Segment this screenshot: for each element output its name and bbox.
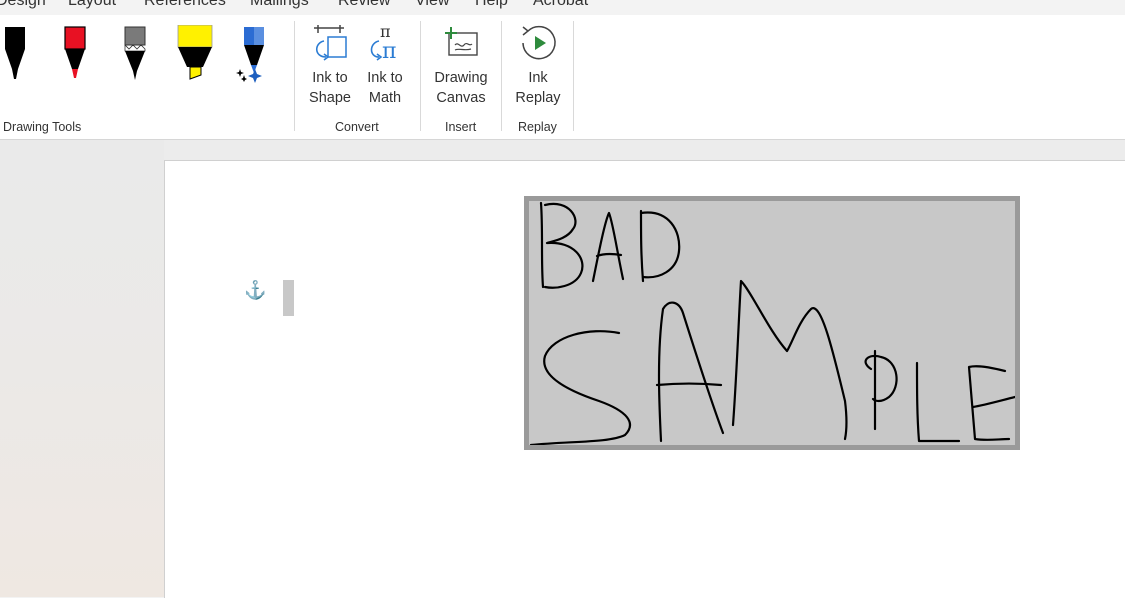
ink-to-shape-icon [314,25,347,61]
black-pen-icon[interactable] [2,25,28,88]
ink-replay-label-line1: Ink [528,70,548,86]
ink-to-math-icon: π π [370,22,396,64]
ribbon-draw: Drawing Tools Ink to Shape π π Ink to Ma… [0,15,1125,140]
group-separator [294,21,295,131]
red-pen-icon[interactable] [62,25,88,88]
ink-to-math-label-line1: Ink to [367,70,403,86]
ink-replay-button[interactable]: Ink Replay [510,23,566,108]
tab-help[interactable]: Help [475,0,508,10]
group-label-convert: Convert [335,120,379,134]
tab-references[interactable]: References [144,0,226,10]
ink-to-shape-label-line1: Ink to [312,70,348,86]
drawing-canvas-icon [445,27,478,56]
tab-view[interactable]: View [415,0,449,10]
ink-replay-icon [522,25,556,60]
tab-review[interactable]: Review [338,0,390,10]
text-insertion-point [283,280,294,316]
group-separator [501,21,502,131]
ribbon-tab-strip: Design Layout References Mailings Review… [0,0,1125,15]
ink-to-shape-button[interactable]: Ink to Shape [304,23,356,108]
document-left-margin-area [0,140,164,597]
drawing-canvas-button[interactable]: Drawing Canvas [430,23,492,108]
group-label-insert: Insert [445,120,477,134]
svg-text:π: π [382,39,396,63]
tab-design[interactable]: Design [0,0,46,10]
handwritten-ink [529,201,1017,447]
tab-layout[interactable]: Layout [68,0,116,10]
galaxy-pen-icon[interactable] [236,25,268,88]
pencil-icon[interactable] [122,25,148,88]
drawing-canvas-label-line1: Drawing [434,70,488,86]
group-label-replay: Replay [518,120,557,134]
ink-replay-label-line2: Replay [515,90,561,106]
ink-to-shape-label-line2: Shape [309,90,351,106]
group-separator [573,21,574,131]
drawing-canvas[interactable] [524,196,1020,450]
anchor-icon[interactable]: ⚓ [244,280,266,301]
tab-mailings[interactable]: Mailings [250,0,309,10]
group-label-drawing-tools: Drawing Tools [3,120,82,134]
drawing-canvas-label-line2: Canvas [436,90,486,106]
ink-to-math-button[interactable]: π π Ink to Math [360,22,410,108]
tab-acrobat[interactable]: Acrobat [533,0,588,10]
highlighter-icon[interactable] [177,24,213,88]
ink-to-math-label-line2: Math [368,90,402,106]
group-separator [420,21,421,131]
